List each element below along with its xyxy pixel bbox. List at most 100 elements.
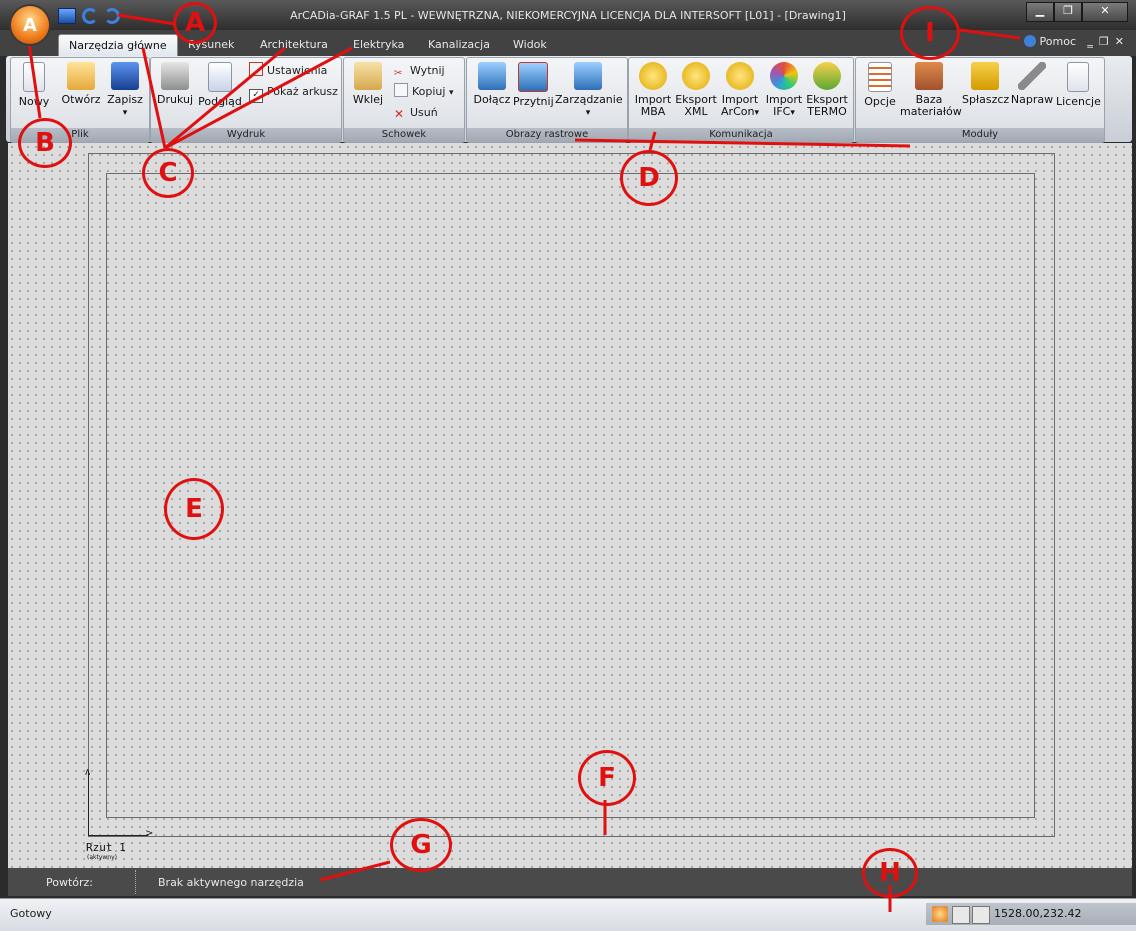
- repair-button[interactable]: Napraw: [1010, 62, 1054, 106]
- print-label: Drukuj: [156, 93, 194, 106]
- chevron-down-icon: ▾: [754, 108, 759, 118]
- printer-icon: [161, 62, 189, 90]
- preview-icon: [208, 62, 232, 92]
- copy-button[interactable]: Kopiuj ▾: [394, 83, 454, 101]
- manage-images-label: Zarządzanie: [555, 93, 623, 106]
- repeat-label: Powtórz:: [46, 876, 94, 889]
- options-label: Opcje: [864, 95, 896, 108]
- save-button[interactable]: Zapisz ▾: [107, 62, 143, 119]
- ribbon-tabs: Narzędzia główne Rysunek Architektura El…: [0, 30, 1136, 57]
- flatten-label: Spłaszcz: [962, 93, 1010, 106]
- crop-image-button[interactable]: Przytnij: [513, 62, 554, 108]
- crop-image-icon: [518, 62, 548, 92]
- new-label: Nowy: [18, 95, 50, 108]
- window-title: ArCADia-GRAF 1.5 PL - WEWNĘTRZNA, NIEKOM…: [290, 9, 846, 22]
- maximize-button[interactable]: ❐: [1054, 2, 1082, 22]
- tab-kanalizacja[interactable]: Kanalizacja: [418, 34, 500, 56]
- cut-button[interactable]: ✂ Wytnij: [394, 62, 445, 80]
- save-icon: [111, 62, 139, 90]
- export-termo-button[interactable]: Eksport TERMO: [805, 62, 849, 118]
- repair-icon: [1018, 62, 1046, 90]
- window-controls: ▁ ❐ ✕: [1026, 2, 1128, 22]
- chevron-down-icon: ▾: [448, 88, 454, 98]
- manage-images-button[interactable]: Zarządzanie ▾: [555, 62, 623, 119]
- open-label: Otwórz: [61, 93, 101, 106]
- annotation-i: I: [900, 6, 960, 60]
- ifc-icon: [770, 62, 798, 90]
- annotation-g: G: [390, 818, 452, 872]
- tab-narzedzia-glowne[interactable]: Narzędzia główne: [58, 34, 178, 57]
- close-button[interactable]: ✕: [1082, 2, 1128, 22]
- page-setup-button[interactable]: Ustawienia: [249, 62, 327, 80]
- import-mba-line2: MBA: [640, 105, 666, 118]
- print-button[interactable]: Drukuj: [155, 62, 195, 106]
- materials-button[interactable]: Baza materiałów: [900, 62, 962, 118]
- open-button[interactable]: Otwórz: [59, 62, 103, 106]
- group-label-wydruk: Wydruk: [151, 128, 341, 142]
- chevron-down-icon: ▾: [790, 108, 795, 118]
- xml-icon: [682, 62, 710, 90]
- group-komunikacja: Import MBA Eksport XML Import ArCon▾ Import…: [628, 57, 854, 143]
- termo-icon: [813, 62, 841, 90]
- import-arcon-button[interactable]: Import ArCon▾: [719, 62, 761, 119]
- preview-button[interactable]: Podgląd: [197, 62, 243, 108]
- help-icon: [1023, 35, 1036, 47]
- group-schowek: Wklej ✂ Wytnij Kopiuj ▾ ✕ Usuń Schowek: [343, 57, 465, 143]
- ribbon: Nowy Otwórz Zapisz ▾ Plik Drukuj Podgląd …: [6, 56, 1132, 143]
- flatten-icon: [971, 62, 999, 90]
- delete-button[interactable]: ✕ Usuń: [394, 104, 438, 122]
- paste-icon: [354, 62, 382, 90]
- copy-icon: [394, 83, 408, 97]
- group-wydruk: Drukuj Podgląd Ustawienia ✓ Pokaż arkusz …: [150, 57, 342, 143]
- options-icon: [868, 62, 892, 92]
- cut-label: Wytnij: [410, 64, 445, 77]
- licenses-button[interactable]: Licencje: [1056, 62, 1101, 108]
- annotation-d: D: [620, 150, 678, 206]
- document-window-controls: ‗❐✕: [1087, 35, 1130, 48]
- import-mba-button[interactable]: Import MBA: [633, 62, 673, 118]
- tab-elektryka[interactable]: Elektryka: [343, 34, 414, 56]
- help-button[interactable]: Pomoc: [1023, 35, 1076, 48]
- tab-architektura[interactable]: Architektura: [250, 34, 338, 56]
- import-arcon-line2: ArCon: [721, 105, 755, 118]
- manage-images-icon: [574, 62, 602, 90]
- status-tray: 1528.00,232.42: [926, 903, 1136, 925]
- cursor-coordinates: 1528.00,232.42: [994, 907, 1082, 920]
- attach-image-label: Dołącz: [473, 93, 511, 106]
- delete-icon: ✕: [394, 107, 405, 121]
- import-ifc-button[interactable]: Import IFC▾: [763, 62, 805, 119]
- annotation-a: A: [173, 2, 217, 44]
- application-menu-button[interactable]: A: [11, 6, 49, 44]
- new-file-icon: [23, 62, 45, 92]
- export-xml-button[interactable]: Eksport XML: [675, 62, 717, 118]
- tab-widok[interactable]: Widok: [503, 34, 557, 56]
- attach-image-button[interactable]: Dołącz: [473, 62, 511, 106]
- show-sheet-checkbox[interactable]: ✓ Pokaż arkusz: [249, 83, 338, 103]
- status-bar: Gotowy 1528.00,232.42: [0, 898, 1136, 931]
- minimize-button[interactable]: ▁: [1026, 2, 1054, 22]
- command-prompt[interactable]: Brak aktywnego narzędzia: [158, 876, 304, 889]
- doc-close-button[interactable]: ✕: [1115, 35, 1130, 48]
- chevron-down-icon: ▾: [585, 108, 591, 118]
- snap-toggle-icon[interactable]: [932, 906, 948, 922]
- delete-label: Usuń: [410, 106, 438, 119]
- export-xml-line2: XML: [684, 105, 708, 118]
- new-button[interactable]: Nowy: [17, 62, 51, 108]
- annotation-h: H: [862, 848, 918, 898]
- options-button[interactable]: Opcje: [860, 62, 900, 108]
- view-sublabel: (aktywny): [87, 854, 117, 861]
- doc-restore-button[interactable]: ❐: [1099, 35, 1115, 48]
- ortho-toggle-icon[interactable]: [952, 906, 970, 924]
- sheet-inner-border: [106, 173, 1035, 818]
- paste-button[interactable]: Wklej: [350, 62, 386, 106]
- group-label-moduly: Moduły: [856, 128, 1104, 142]
- view-label: Rzut 1: [86, 841, 126, 854]
- flatten-button[interactable]: Spłaszcz: [962, 62, 1010, 106]
- copy-label: Kopiuj: [412, 85, 446, 98]
- license-icon: [1067, 62, 1089, 92]
- annotation-f: F: [578, 750, 636, 806]
- title-bar: ArCADia-GRAF 1.5 PL - WEWNĘTRZNA, NIEKOM…: [0, 0, 1136, 30]
- attach-image-icon: [478, 62, 506, 90]
- grid-toggle-icon[interactable]: [972, 906, 990, 924]
- doc-minimize-button[interactable]: ‗: [1087, 35, 1099, 48]
